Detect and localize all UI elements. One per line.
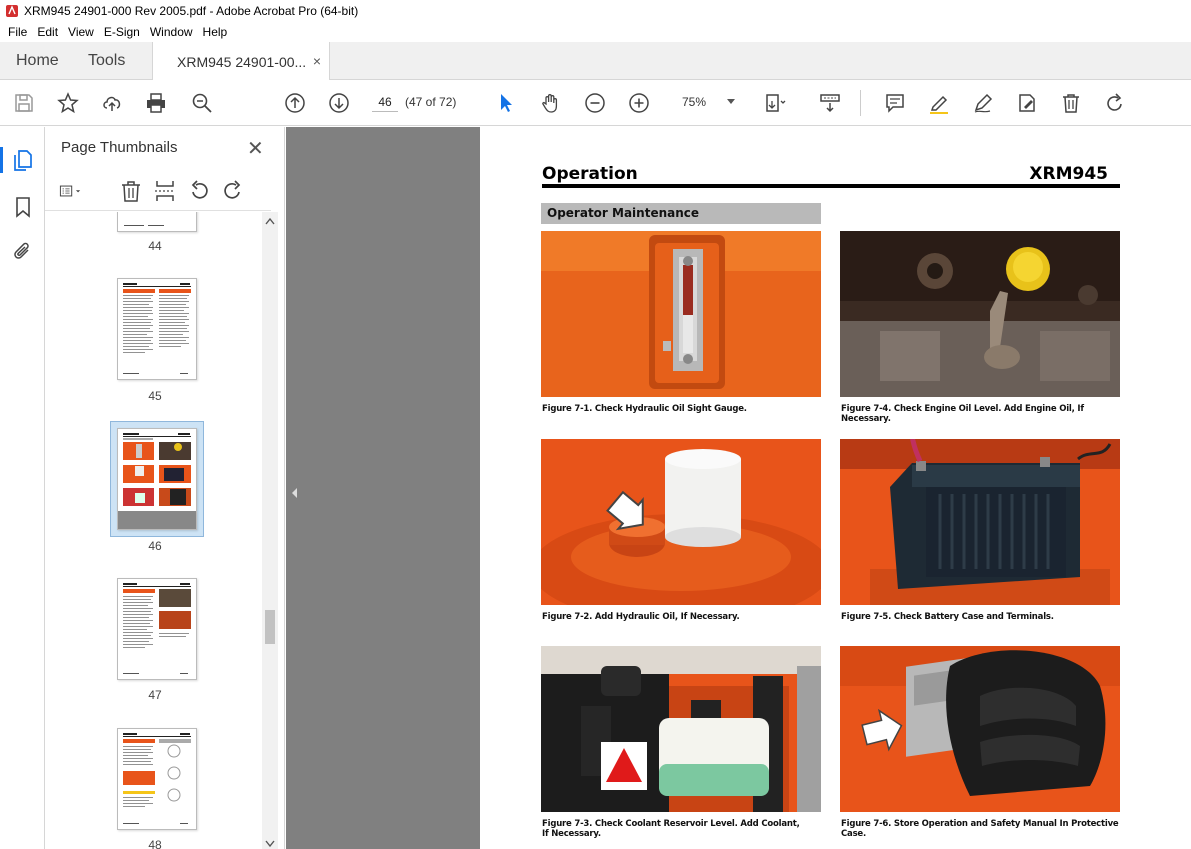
menu-file[interactable]: File — [3, 25, 32, 39]
scroll-mode-icon[interactable] — [818, 91, 842, 115]
rotate-counterclockwise-icon[interactable] — [187, 179, 211, 203]
thumbnail-label: 44 — [148, 239, 162, 253]
menu-esign[interactable]: E-Sign — [99, 25, 145, 39]
figure-caption: Figure 7-4. Check Engine Oil Level. Add … — [841, 404, 1084, 424]
zoom-out-icon[interactable] — [583, 91, 607, 115]
thumbnail-page[interactable] — [117, 212, 197, 232]
thumbnail-page[interactable] — [117, 278, 197, 380]
select-cursor-icon[interactable] — [494, 91, 518, 115]
hand-tool-icon[interactable] — [539, 91, 563, 115]
zoom-in-icon[interactable] — [627, 91, 651, 115]
figure-hydraulic-oil — [541, 439, 821, 605]
menu-bar: File Edit View E-Sign Window Help — [0, 22, 1191, 42]
scroll-down-icon[interactable] — [265, 840, 275, 848]
print-icon[interactable] — [144, 91, 168, 115]
figure-engine-oil — [840, 231, 1120, 397]
upload-icon[interactable] — [100, 91, 124, 115]
highlight-pen-icon[interactable] — [927, 91, 951, 115]
figure-manual-case — [840, 646, 1120, 812]
figure-coolant — [541, 646, 821, 812]
window-title: XRM945 24901-000 Rev 2005.pdf - Adobe Ac… — [24, 4, 359, 18]
thumbnail-label: 46 — [148, 539, 162, 553]
rotate-icon[interactable] — [1103, 91, 1127, 115]
panel-close-icon[interactable]: ✕ — [247, 136, 264, 161]
panel-title: Page Thumbnails — [61, 139, 178, 156]
thumbnail-label: 47 — [148, 688, 162, 702]
figure-caption: Figure 7-3. Check Coolant Reservoir Leve… — [542, 819, 800, 839]
toolbar-divider — [860, 90, 861, 116]
thumbnail-scrollbar[interactable] — [262, 212, 278, 849]
zoom-dropdown-icon[interactable] — [727, 99, 735, 104]
page-count: (47 of 72) — [405, 95, 457, 109]
tab-document-label: XRM945 24901-00... — [177, 53, 307, 70]
left-rail — [0, 127, 45, 849]
figure-caption: Figure 7-1. Check Hydraulic Oil Sight Ga… — [542, 404, 747, 414]
panel-toolbar — [45, 171, 271, 211]
comment-icon[interactable] — [883, 91, 907, 115]
previous-page-icon[interactable] — [283, 91, 307, 115]
thumbnail-label: 48 — [148, 838, 162, 849]
pdf-page: Operation XRM945 Operator Maintenance Fi… — [480, 127, 1191, 849]
page-thumbnails-icon[interactable] — [11, 148, 35, 172]
page-thumbnails-panel: Page Thumbnails ✕ 44 45 46 47 48 — [45, 127, 285, 849]
scroll-up-icon[interactable] — [265, 217, 275, 225]
figure-caption: Figure 7-2. Add Hydraulic Oil, If Necess… — [542, 612, 740, 622]
insert-page-icon[interactable] — [153, 179, 177, 203]
zoom-level[interactable]: 75% — [682, 95, 706, 109]
thumbnail-list: 44 45 46 47 48 — [45, 212, 265, 849]
scrollbar-thumb[interactable] — [265, 610, 275, 644]
attachments-icon[interactable] — [11, 240, 35, 264]
page-number-input[interactable]: 46 — [372, 92, 398, 112]
tab-home[interactable]: Home — [16, 42, 59, 80]
delete-pages-icon[interactable] — [119, 179, 143, 203]
header-model: XRM945 — [1029, 164, 1108, 184]
collapse-panel-icon[interactable] — [288, 485, 300, 501]
tab-document[interactable]: XRM945 24901-00... × — [152, 42, 330, 81]
figure-hydraulic-gauge — [541, 231, 821, 397]
menu-view[interactable]: View — [63, 25, 99, 39]
page-fit-icon[interactable] — [763, 91, 787, 115]
page-header: Operation XRM945 — [542, 161, 1120, 188]
figure-battery — [840, 439, 1120, 605]
thumbnail-page[interactable] — [117, 728, 197, 830]
tab-tools[interactable]: Tools — [88, 42, 125, 80]
menu-help[interactable]: Help — [198, 25, 233, 39]
figure-caption: Figure 7-6. Store Operation and Safety M… — [841, 819, 1119, 839]
next-page-icon[interactable] — [327, 91, 351, 115]
rail-active-indicator — [0, 147, 3, 173]
tab-close-icon[interactable]: × — [313, 53, 321, 69]
thumbnail-page-current[interactable] — [117, 428, 197, 530]
document-viewer[interactable]: Operation XRM945 Operator Maintenance Fi… — [286, 127, 1191, 849]
section-heading: Operator Maintenance — [541, 203, 821, 224]
delete-icon[interactable] — [1059, 91, 1083, 115]
save-icon[interactable] — [12, 91, 36, 115]
menu-window[interactable]: Window — [145, 25, 198, 39]
thumbnail-label: 45 — [148, 389, 162, 403]
fill-sign-icon[interactable] — [1015, 91, 1039, 115]
draw-pen-icon[interactable] — [971, 91, 995, 115]
acrobat-icon — [6, 5, 18, 17]
title-bar: XRM945 24901-000 Rev 2005.pdf - Adobe Ac… — [0, 0, 1191, 22]
toolbar: 46 (47 of 72) 75% — [0, 80, 1191, 126]
header-title: Operation — [542, 164, 638, 184]
menu-edit[interactable]: Edit — [32, 25, 63, 39]
bookmarks-icon[interactable] — [11, 195, 35, 219]
thumbnail-options-icon[interactable] — [59, 179, 83, 203]
tab-bar: Home Tools XRM945 24901-00... × — [0, 42, 1191, 81]
figure-caption: Figure 7-5. Check Battery Case and Termi… — [841, 612, 1054, 622]
rotate-clockwise-icon[interactable] — [221, 179, 245, 203]
bookmark-star-icon[interactable] — [56, 91, 80, 115]
zoom-search-icon[interactable] — [190, 91, 214, 115]
thumbnail-page[interactable] — [117, 578, 197, 680]
